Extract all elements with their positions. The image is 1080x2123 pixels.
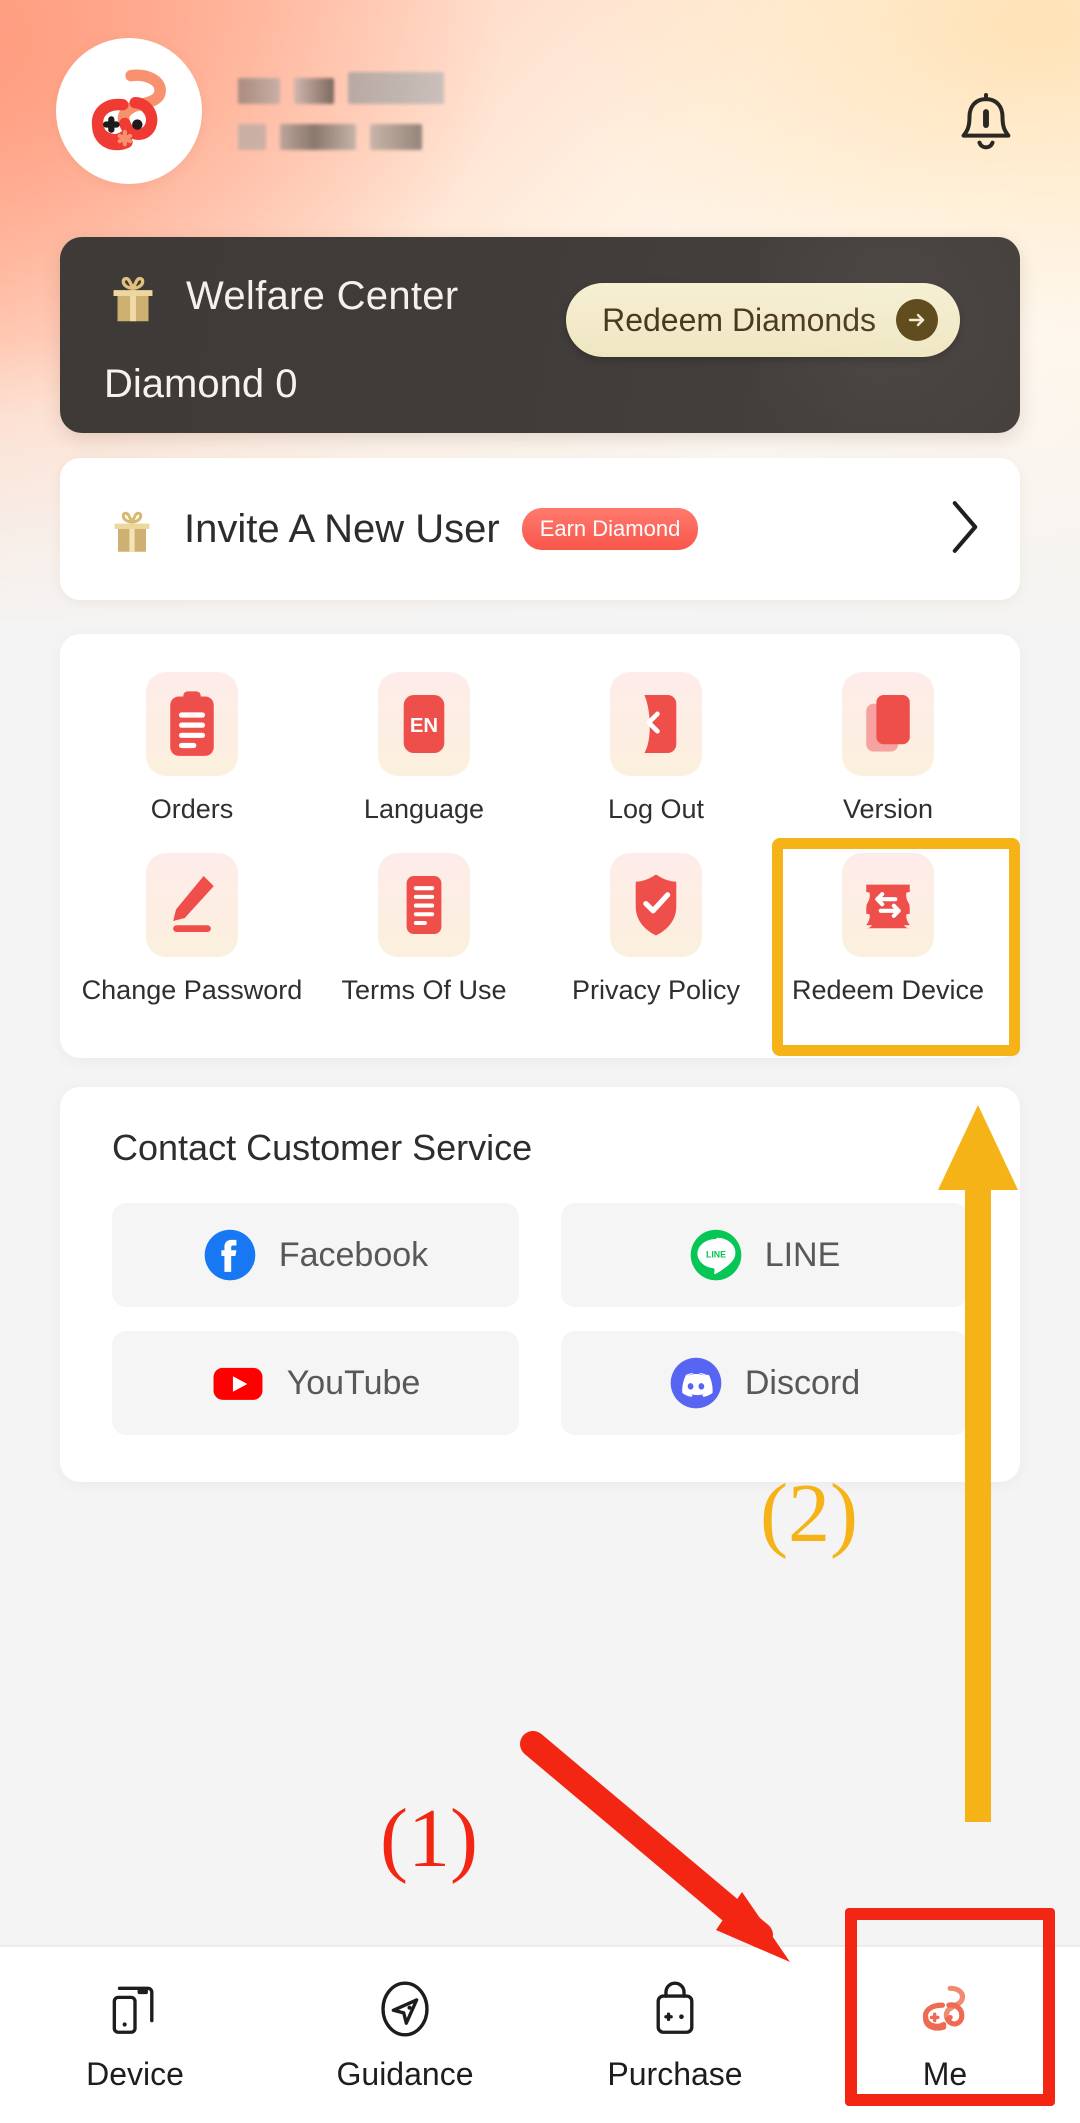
grid-label: Version xyxy=(842,794,934,824)
nav-item-purchase[interactable]: Purchase xyxy=(540,1947,810,2123)
chevron-right-icon xyxy=(948,498,982,561)
language-en-icon: EN xyxy=(378,672,470,776)
shopping-bag-icon xyxy=(644,1978,706,2040)
nav-label: Guidance xyxy=(336,2055,474,2092)
grid-label: Privacy Policy xyxy=(571,975,741,1005)
gift-box-icon xyxy=(102,265,164,327)
ticket-swap-icon xyxy=(842,853,934,957)
contact-label: Discord xyxy=(744,1363,861,1402)
discord-icon xyxy=(669,1356,723,1410)
nav-label: Purchase xyxy=(607,2055,743,2092)
earn-diamond-badge: Earn Diamond xyxy=(521,508,699,550)
grid-item-privacy-policy[interactable]: Privacy Policy xyxy=(540,843,772,1012)
username-redacted xyxy=(238,72,444,150)
avatar[interactable] xyxy=(56,38,202,184)
svg-text:EN: EN xyxy=(410,715,438,737)
username-line-2 xyxy=(238,124,444,150)
contact-youtube-button[interactable]: YouTube xyxy=(112,1331,519,1435)
grid-label: Language xyxy=(363,794,485,824)
contact-label: Facebook xyxy=(278,1235,429,1274)
bottom-navigation-bar: Device Guidance Purchase Me xyxy=(0,1945,1080,2123)
contact-label: YouTube xyxy=(286,1363,421,1402)
grid-item-language[interactable]: EN Language xyxy=(308,662,540,831)
clipboard-list-icon xyxy=(146,672,238,776)
contact-label: LINE xyxy=(764,1235,841,1274)
grid-label: Orders xyxy=(150,794,234,824)
gift-box-icon xyxy=(104,501,160,557)
profile-row[interactable] xyxy=(56,36,1024,186)
shield-check-icon xyxy=(610,853,702,957)
contact-discord-button[interactable]: Discord xyxy=(561,1331,968,1435)
grid-item-orders[interactable]: Orders xyxy=(76,662,308,831)
layers-stack-icon xyxy=(842,672,934,776)
diamond-balance: Diamond 0 xyxy=(104,362,298,406)
grid-label: Terms Of Use xyxy=(341,975,507,1005)
grid-item-log-out[interactable]: Log Out xyxy=(540,662,772,831)
username-line-1 xyxy=(238,72,444,104)
redeem-diamonds-label: Redeem Diamonds xyxy=(602,301,876,338)
grid-item-redeem-device[interactable]: Redeem Device xyxy=(772,843,1004,1012)
nav-item-device[interactable]: Device xyxy=(0,1947,270,2123)
invite-label: Invite A New User xyxy=(184,506,500,551)
nav-item-me[interactable]: Me xyxy=(810,1947,1080,2123)
nav-label: Device xyxy=(86,2055,184,2092)
grid-label: Log Out xyxy=(607,794,705,824)
grid-label: Change Password xyxy=(81,975,303,1005)
grid-label: Redeem Device xyxy=(791,975,985,1005)
notification-bell-button[interactable] xyxy=(938,78,1034,174)
welfare-title: Welfare Center xyxy=(186,273,459,318)
document-lines-icon xyxy=(378,853,470,957)
compass-send-icon xyxy=(374,1978,436,2040)
welfare-header: Welfare Center xyxy=(102,265,458,327)
redeem-diamonds-button[interactable]: Redeem Diamonds xyxy=(566,283,960,357)
snake-mascot-avatar-icon xyxy=(77,59,181,163)
settings-grid: Orders EN Language Log Out Version Chang… xyxy=(76,662,1004,1012)
annotation-step-1: (1) xyxy=(380,1792,478,1885)
youtube-icon xyxy=(211,1356,265,1410)
line-icon: LINE xyxy=(689,1228,743,1282)
contact-facebook-button[interactable]: Facebook xyxy=(112,1203,519,1307)
contact-channel-grid: Facebook LINE LINE YouTube Discord xyxy=(112,1203,968,1435)
pencil-edit-icon xyxy=(146,853,238,957)
grid-item-terms-of-use[interactable]: Terms Of Use xyxy=(308,843,540,1012)
welfare-center-banner[interactable]: Welfare Center Diamond 0 Redeem Diamonds xyxy=(60,237,1020,433)
phone-device-icon xyxy=(104,1978,166,2040)
logout-icon xyxy=(610,672,702,776)
app-root: Welfare Center Diamond 0 Redeem Diamonds xyxy=(0,0,1080,2123)
contact-line-button[interactable]: LINE LINE xyxy=(561,1203,968,1307)
nav-item-guidance[interactable]: Guidance xyxy=(270,1947,540,2123)
contact-customer-service-card: Contact Customer Service Facebook LINE L… xyxy=(60,1087,1020,1482)
red-arrow-to-me-tab xyxy=(520,1731,790,1962)
contact-title: Contact Customer Service xyxy=(112,1127,533,1168)
nav-label: Me xyxy=(922,2055,968,2092)
invite-new-user-row[interactable]: Invite A New User Earn Diamond xyxy=(60,458,1020,600)
facebook-icon xyxy=(203,1228,257,1282)
bell-alert-icon xyxy=(955,92,1017,161)
grid-item-change-password[interactable]: Change Password xyxy=(76,843,308,1012)
grid-item-version[interactable]: Version xyxy=(772,662,1004,831)
arrow-right-circle-icon xyxy=(896,299,938,341)
snake-mascot-icon xyxy=(914,1978,976,2040)
svg-text:LINE: LINE xyxy=(706,1250,726,1260)
settings-grid-card: Orders EN Language Log Out Version Chang… xyxy=(60,634,1020,1058)
